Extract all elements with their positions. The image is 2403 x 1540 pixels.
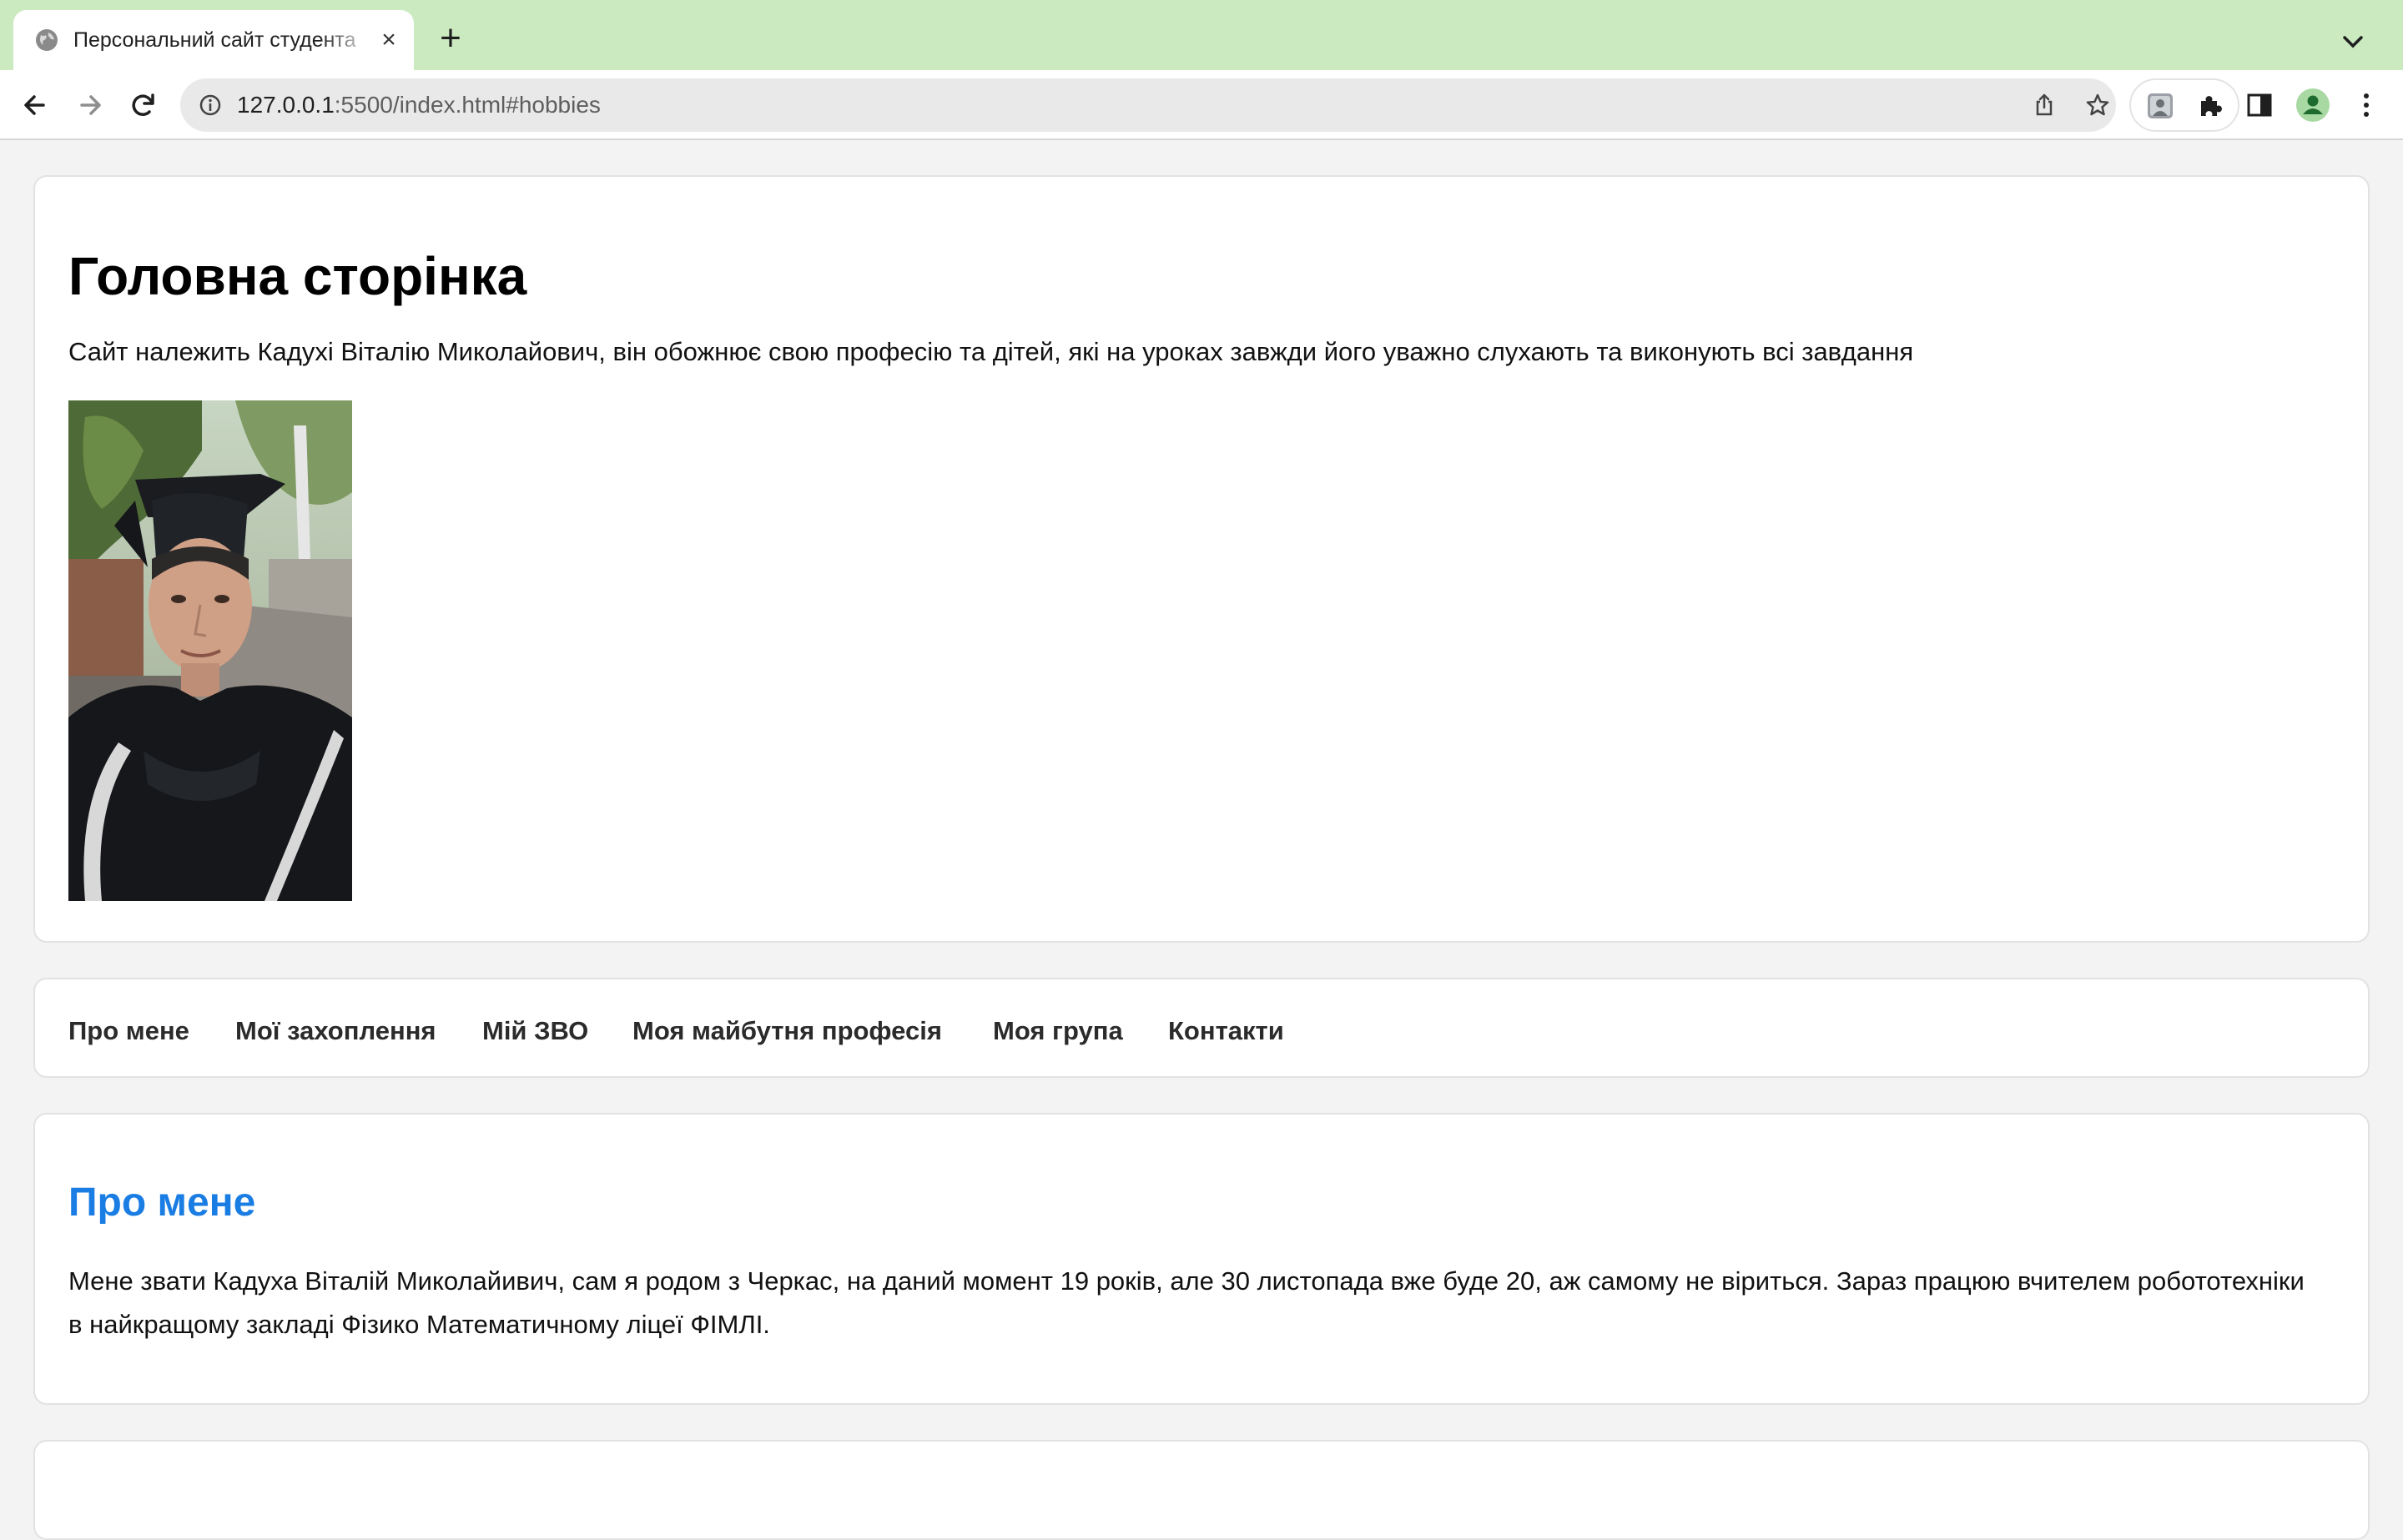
nav-link-hobbies[interactable]: Мої захоплення (235, 1013, 436, 1049)
globe-icon (36, 29, 58, 51)
back-arrow-icon[interactable] (17, 87, 53, 123)
about-text: Мене звати Кадуха Віталій Миколайивич, с… (68, 1266, 2305, 1339)
extensions-group (2129, 78, 2239, 132)
nav-link-contacts[interactable]: Контакти (1168, 1013, 1284, 1049)
page-title: Головна сторінка (68, 246, 527, 306)
nav-link-university[interactable]: Мій ЗВО (482, 1013, 588, 1049)
puzzle-icon[interactable] (2196, 92, 2224, 120)
nav-link-group[interactable]: Моя група (993, 1013, 1123, 1049)
forward-arrow-icon[interactable] (72, 87, 108, 123)
extension-avatar-icon[interactable] (2146, 92, 2174, 120)
intro-text: Сайт належить Кадухі Віталію Миколайович… (68, 337, 1914, 366)
tab-strip: Персональний сайт студента × + (0, 0, 2403, 70)
profile-photo (68, 400, 352, 901)
plus-icon[interactable]: + (431, 20, 471, 60)
address-bar[interactable]: 127.0.0.1:5500/index.html#hobbies (180, 78, 2116, 132)
side-panel-icon[interactable] (2241, 87, 2278, 123)
active-tab[interactable]: Персональний сайт студента × (13, 10, 414, 70)
url-host: 127.0.0.1 (237, 92, 335, 118)
star-icon[interactable] (2084, 92, 2111, 118)
nav-link-about[interactable]: Про мене (68, 1013, 189, 1049)
reload-icon[interactable] (125, 87, 162, 123)
kebab-menu-icon[interactable] (2348, 87, 2385, 123)
browser-toolbar: 127.0.0.1:5500/index.html#hobbies (0, 70, 2403, 140)
profile-icon[interactable] (2295, 87, 2331, 123)
share-icon[interactable] (2031, 92, 2058, 118)
tab-title: Персональний сайт студента (73, 28, 356, 52)
header-card: Головна сторінка Сайт належить Кадухі Ві… (33, 175, 2370, 943)
nav-link-profession[interactable]: Моя майбутня професія (632, 1013, 942, 1049)
next-section-card (33, 1440, 2370, 1540)
about-card: Про мене Мене звати Кадуха Віталій Микол… (33, 1113, 2370, 1405)
url-text[interactable]: 127.0.0.1:5500/index.html#hobbies (237, 78, 601, 132)
chevron-down-icon[interactable] (2336, 25, 2370, 58)
info-icon[interactable] (197, 92, 224, 118)
nav-card: Про мене Мої захоплення Мій ЗВО Моя майб… (33, 978, 2370, 1078)
url-path: :5500/index.html#hobbies (334, 92, 601, 118)
close-icon[interactable]: × (377, 28, 400, 53)
about-title: Про мене (68, 1180, 256, 1225)
